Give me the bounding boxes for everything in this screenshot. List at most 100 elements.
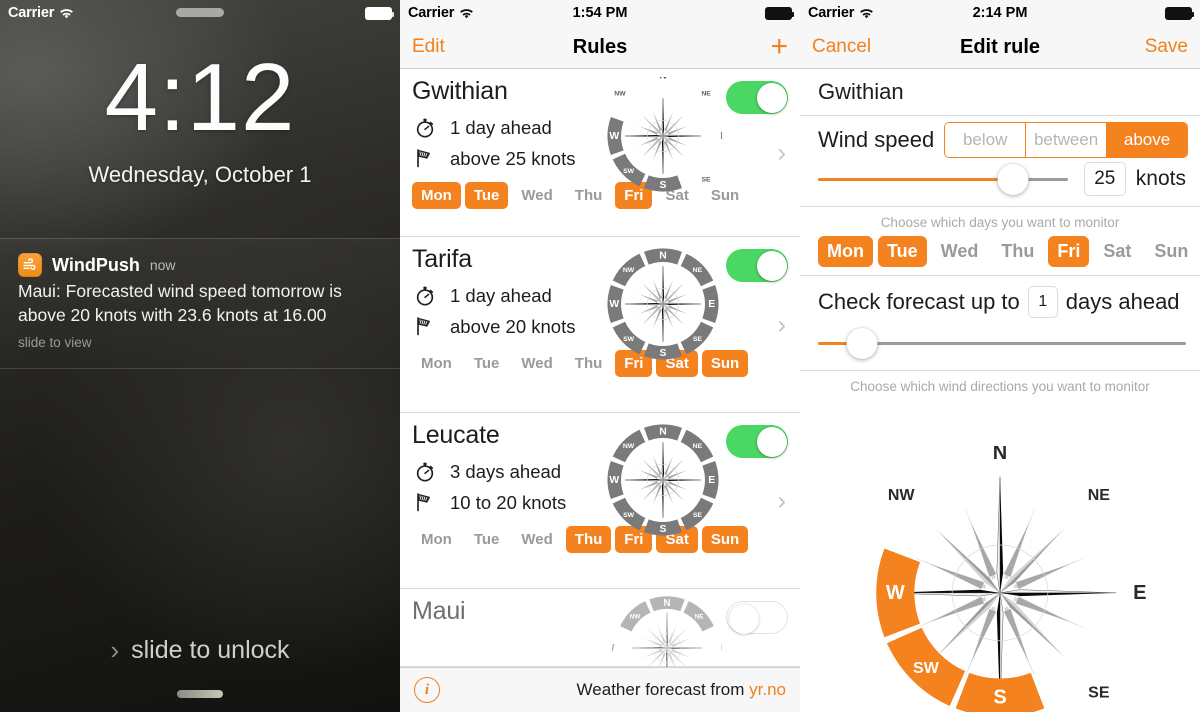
- notification-hint: slide to view: [18, 335, 92, 351]
- rule-lead-time-row: 1 day ahead: [412, 280, 788, 311]
- wind-flag-icon: [412, 147, 438, 170]
- battery-icon: [765, 6, 794, 20]
- rule-speed: 10 to 20 knots: [450, 491, 567, 513]
- chevron-right-icon[interactable]: ›: [777, 485, 786, 516]
- rules-list[interactable]: Gwithian 1 day ahead above 25 knots Mon T…: [400, 69, 800, 667]
- slider-knob[interactable]: [997, 163, 1029, 195]
- rule-enable-toggle[interactable]: [726, 601, 788, 634]
- wind-speed-segmented-control[interactable]: below between above: [944, 122, 1188, 158]
- notification-header: WindPush now: [18, 253, 382, 277]
- svg-text:NW: NW: [623, 443, 635, 450]
- day-selector[interactable]: Mon Tue Wed Thu Fri Sat Sun: [800, 236, 1200, 276]
- day-pill-mon[interactable]: Mon: [412, 350, 461, 377]
- day-pill-sat[interactable]: Sat: [1094, 236, 1140, 267]
- svg-text:E: E: [720, 131, 722, 142]
- cancel-button[interactable]: Cancel: [812, 36, 871, 58]
- svg-text:W: W: [609, 131, 619, 142]
- rule-direction-compass: N NE E SE S SW W NW: [604, 70, 727, 195]
- status-left: Carrier: [8, 5, 74, 21]
- day-pill-wed[interactable]: Wed: [512, 350, 561, 377]
- day-pill-wed[interactable]: Wed: [512, 182, 561, 209]
- svg-text:N: N: [659, 251, 667, 262]
- wind-flag-icon: [412, 315, 438, 338]
- slider-fill: [818, 177, 1013, 181]
- yr-no-link[interactable]: yr.no: [749, 680, 786, 699]
- day-pill-tue[interactable]: Tue: [877, 236, 927, 267]
- svg-text:SW: SW: [623, 336, 635, 343]
- stopwatch-icon: [416, 462, 434, 482]
- day-pill-tue[interactable]: Tue: [465, 526, 509, 553]
- svg-text:NE: NE: [701, 90, 711, 97]
- lock-status-bar: Carrier: [0, 0, 400, 26]
- chevron-right-icon[interactable]: ›: [777, 309, 786, 340]
- day-pill-wed[interactable]: Wed: [932, 236, 988, 267]
- rule-days[interactable]: Mon Tue Wed Thu Fri Sat Sun: [412, 526, 788, 561]
- svg-text:N: N: [659, 427, 667, 438]
- rule-card[interactable]: Leucate 3 days ahead 10 to 20 knots Mon T…: [400, 413, 800, 589]
- day-pill-wed[interactable]: Wed: [512, 526, 561, 553]
- day-pill-sun[interactable]: Sun: [1145, 236, 1197, 267]
- battery-icon: [365, 6, 394, 20]
- rule-enable-toggle[interactable]: [726, 425, 788, 458]
- save-button[interactable]: Save: [1145, 36, 1188, 58]
- slide-to-unlock[interactable]: › slide to unlock: [0, 635, 400, 666]
- svg-text:S: S: [660, 524, 667, 535]
- day-pill-mon[interactable]: Mon: [818, 236, 873, 267]
- wifi-icon: [59, 7, 74, 19]
- toggle-knob: [756, 426, 787, 457]
- day-pill-tue[interactable]: Tue: [465, 350, 509, 377]
- segment-between[interactable]: between: [1026, 123, 1108, 157]
- wind-speed-slider[interactable]: [818, 162, 1068, 196]
- forecast-days-slider[interactable]: [818, 326, 1186, 360]
- rule-days[interactable]: Mon Tue Wed Thu Fri Sat Sun: [412, 350, 788, 385]
- svg-text:N: N: [664, 598, 671, 609]
- svg-text:N: N: [659, 77, 667, 81]
- svg-text:E: E: [1133, 582, 1146, 604]
- day-pill-mon[interactable]: Mon: [412, 526, 461, 553]
- wind-speed-value[interactable]: 25: [1083, 162, 1126, 196]
- svg-text:SW: SW: [913, 660, 940, 677]
- edit-button[interactable]: Edit: [412, 36, 445, 58]
- slider-knob[interactable]: [846, 327, 878, 359]
- edit-navbar: Cancel Edit rule Save: [800, 26, 1200, 69]
- toggle-knob: [756, 82, 787, 113]
- info-icon[interactable]: i: [414, 677, 440, 703]
- status-right: [1165, 6, 1194, 20]
- wind-speed-label: Wind speed: [818, 127, 935, 152]
- forecast-suffix: days ahead: [1065, 289, 1180, 314]
- chevron-right-icon[interactable]: ›: [777, 137, 786, 168]
- rules-status-bar: Carrier 1:54 PM: [400, 0, 800, 26]
- footer-credit: Weather forecast from yr.no: [577, 680, 786, 700]
- location-field[interactable]: Gwithian: [800, 69, 1200, 116]
- wind-speed-slider-row: 25 knots: [800, 158, 1200, 207]
- status-right: [365, 6, 394, 20]
- rule-card[interactable]: Tarifa 1 day ahead above 20 knots Mon Tue…: [400, 237, 800, 413]
- rule-card[interactable]: Gwithian 1 day ahead above 25 knots Mon T…: [400, 69, 800, 237]
- add-rule-plus-icon[interactable]: +: [770, 32, 788, 62]
- svg-text:NW: NW: [614, 90, 626, 97]
- day-pill-fri[interactable]: Fri: [1048, 236, 1090, 267]
- rule-enable-toggle[interactable]: [726, 81, 788, 114]
- stopwatch-icon: [416, 286, 434, 306]
- wind-direction-compass[interactable]: N NE E SE S SW W NW: [835, 442, 1165, 712]
- rule-card[interactable]: MauiNNEESESSWWNW: [400, 589, 800, 667]
- svg-text:S: S: [660, 348, 667, 359]
- svg-text:W: W: [612, 643, 615, 654]
- svg-text:SE: SE: [693, 512, 703, 519]
- rule-days[interactable]: Mon Tue Wed Thu Fri Sat Sun: [412, 182, 788, 217]
- segment-above[interactable]: above: [1107, 123, 1187, 157]
- notification-banner[interactable]: WindPush now Maui: Forecasted wind speed…: [0, 238, 400, 370]
- day-pill-mon[interactable]: Mon: [412, 182, 461, 209]
- forecast-days-value[interactable]: 1: [1027, 286, 1058, 318]
- wifi-icon: [459, 7, 474, 19]
- segment-below[interactable]: below: [945, 123, 1027, 157]
- days-hint: Choose which days you want to monitor: [880, 215, 1120, 230]
- notification-body: Maui: Forecasted wind speed tomorrow is …: [18, 281, 342, 326]
- rule-enable-toggle[interactable]: [726, 249, 788, 282]
- status-left: Carrier: [808, 5, 874, 21]
- day-pill-tue[interactable]: Tue: [464, 182, 509, 209]
- rule-direction-compass: N NE E SE S SW W NW: [604, 245, 722, 363]
- day-pill-thu[interactable]: Thu: [992, 236, 1043, 267]
- svg-text:W: W: [609, 299, 619, 310]
- svg-text:W: W: [609, 475, 619, 486]
